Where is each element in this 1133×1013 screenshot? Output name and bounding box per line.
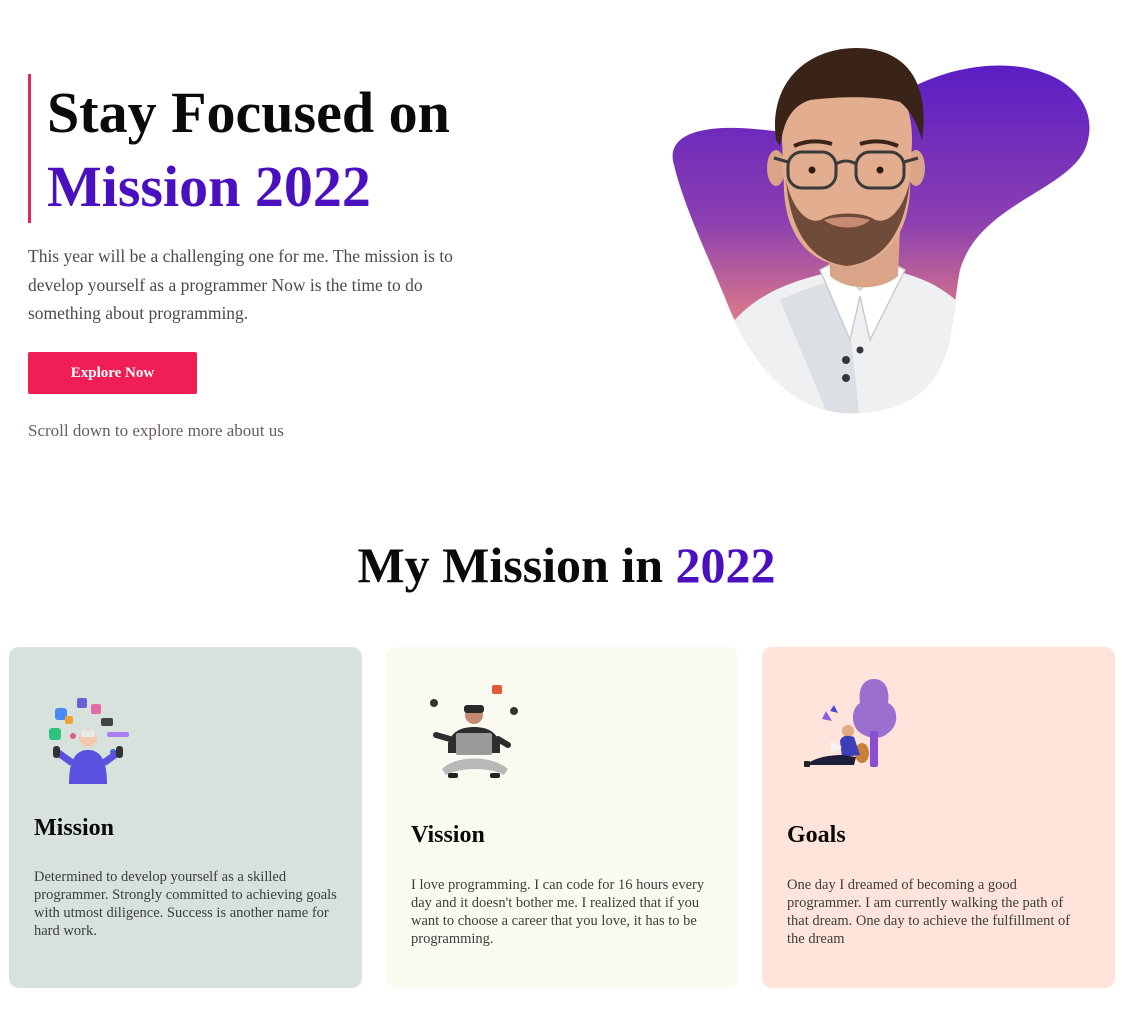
hero-title-line1: Stay Focused on <box>47 80 450 145</box>
scroll-hint: Scroll down to explore more about us <box>28 421 284 440</box>
hero-description: This year will be a challenging one for … <box>28 246 453 323</box>
vission-card: Vission I love programming. I can code f… <box>386 647 738 988</box>
mission-section-title: My Mission in 2022 <box>0 533 1133 597</box>
vission-card-heading: Vission <box>411 822 485 848</box>
person-reading-under-tree-icon <box>804 679 897 767</box>
portrait-photo-icon <box>672 48 1090 414</box>
coder-with-laptop-icon <box>430 685 518 778</box>
mission-title-accent: 2022 <box>675 537 776 593</box>
vission-card-text: I love programming. I can code for 16 ho… <box>411 877 705 947</box>
hero-section: Stay Focused on Mission 2022 This year w… <box>0 0 1133 470</box>
mission-card: Mission Determined to develop yourself a… <box>9 647 362 988</box>
mission-title-prefix: My Mission in <box>357 537 676 593</box>
goals-card-heading: Goals <box>787 822 846 848</box>
goals-card-text: One day I dreamed of becoming a good pro… <box>787 877 1071 947</box>
juggling-apps-person-icon <box>49 698 129 784</box>
hero-title-line2: Mission 2022 <box>47 154 371 219</box>
goals-card: Goals One day I dreamed of becoming a go… <box>762 647 1115 988</box>
mission-card-text: Determined to develop yourself as a skil… <box>34 869 337 939</box>
mission-card-heading: Mission <box>34 815 115 841</box>
hero-title-block: Stay Focused on Mission 2022 <box>28 74 450 223</box>
explore-now-button[interactable]: Explore Now <box>28 352 197 394</box>
